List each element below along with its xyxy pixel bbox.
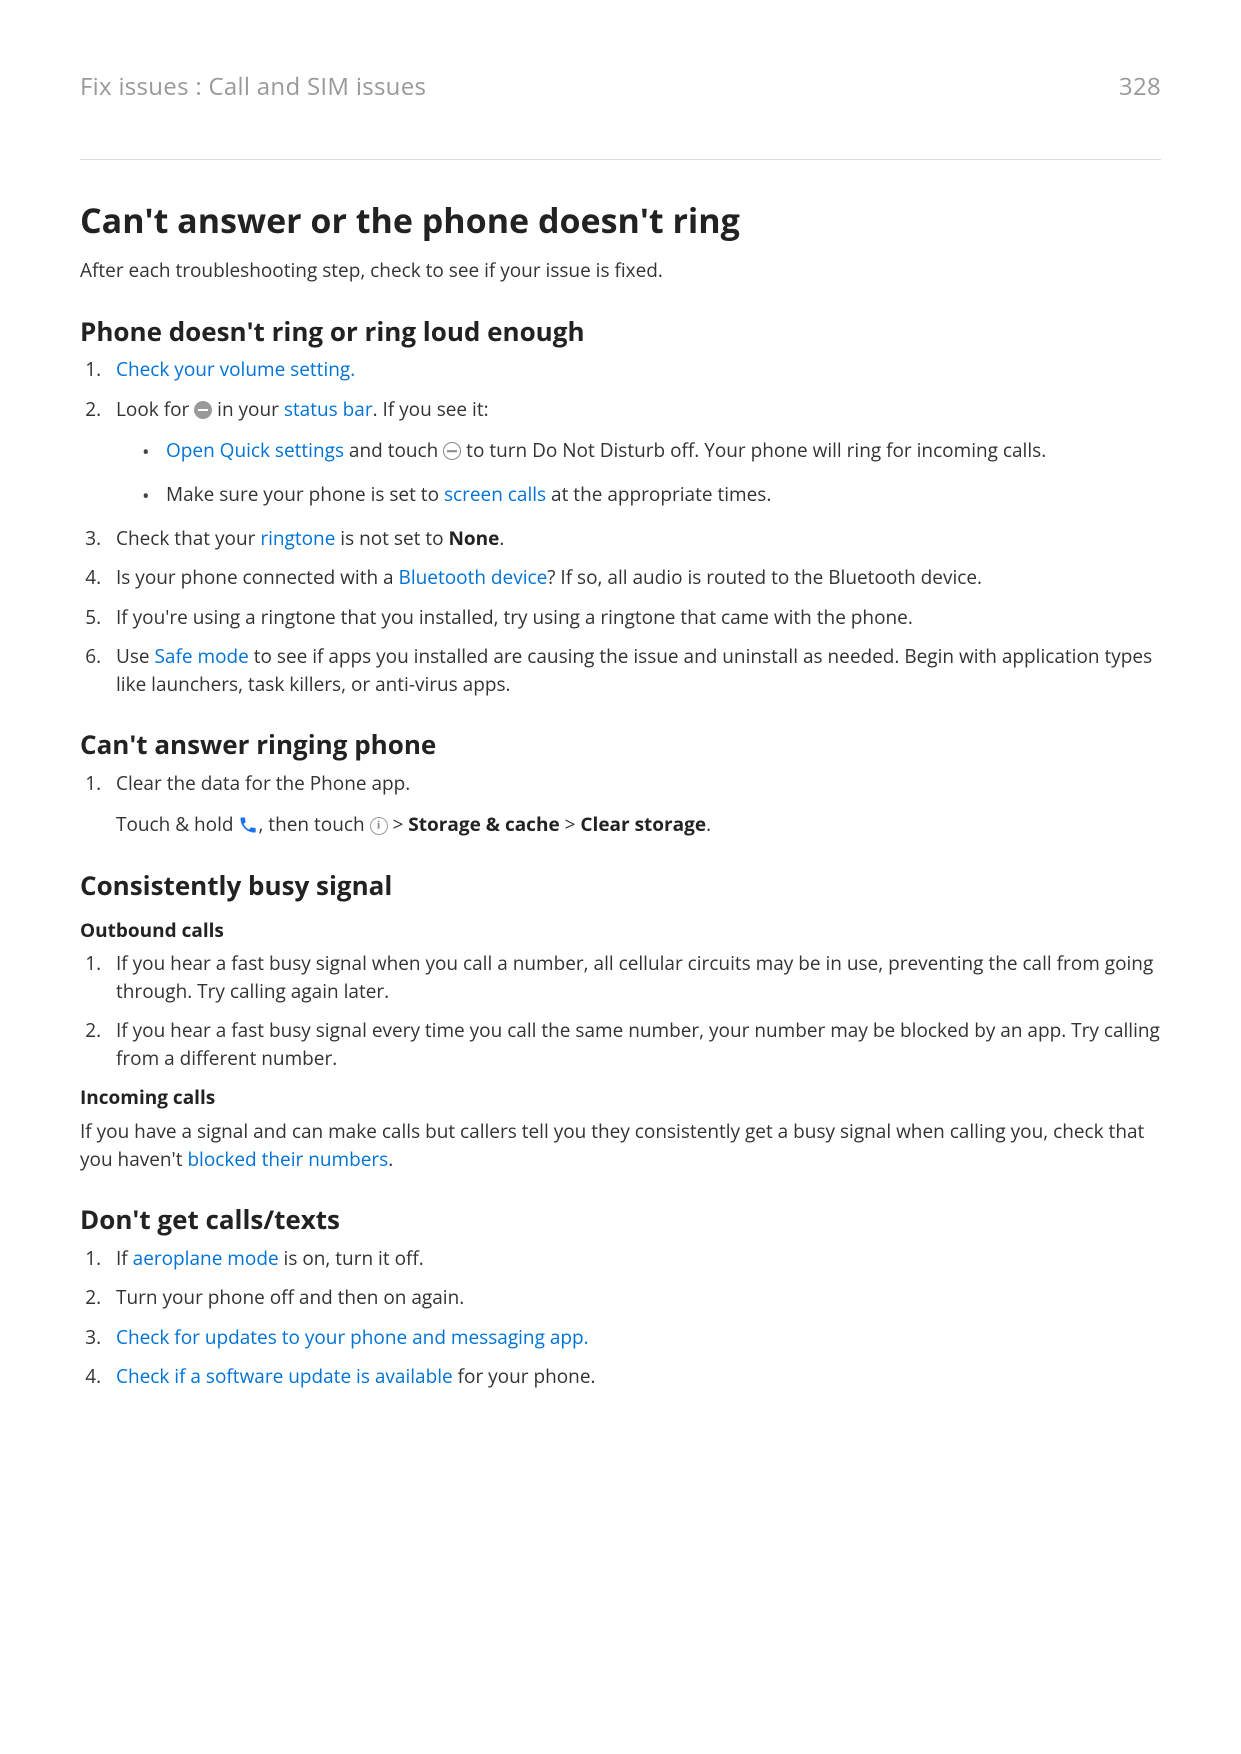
intro-text: After each troubleshooting step, check t… <box>80 257 1161 285</box>
list-item: Check that your ringtone is not set to N… <box>106 525 1161 553</box>
blocked-numbers-link[interactable]: blocked their numbers <box>187 1146 388 1172</box>
phone-app-icon <box>238 815 258 835</box>
text: Check that your <box>116 525 260 551</box>
check-updates-link[interactable]: Check for updates to your phone and mess… <box>116 1324 589 1350</box>
text: in your <box>212 396 284 422</box>
bluetooth-device-link[interactable]: Bluetooth device <box>399 564 548 590</box>
list-item: Make sure your phone is set to screen ca… <box>142 481 1161 509</box>
ringtone-link[interactable]: ringtone <box>260 525 335 551</box>
info-icon <box>370 817 388 835</box>
incoming-paragraph: If you have a signal and can make calls … <box>80 1118 1161 1173</box>
text: . <box>388 1146 393 1172</box>
list-item: Look for in your status bar. If you see … <box>106 396 1161 509</box>
text: to turn Do Not Disturb off. Your phone w… <box>461 437 1046 463</box>
list-item: Use Safe mode to see if apps you install… <box>106 643 1161 698</box>
no-calls-list: If aeroplane mode is on, turn it off. Tu… <box>80 1245 1161 1391</box>
list-item: Open Quick settings and touch to turn Do… <box>142 437 1161 465</box>
screen-calls-link[interactable]: screen calls <box>444 481 546 507</box>
text: at the appropriate times. <box>546 481 771 507</box>
page-number: 328 <box>1119 70 1161 105</box>
status-bar-link[interactable]: status bar <box>284 396 373 422</box>
section-no-calls-texts-heading: Don't get calls/texts <box>80 1201 1161 1239</box>
incoming-calls-subheading: Incoming calls <box>80 1084 1161 1112</box>
open-quick-settings-link[interactable]: Open Quick settings <box>166 437 344 463</box>
text: and touch <box>344 437 443 463</box>
do-not-disturb-icon <box>194 401 212 419</box>
list-item: If you're using a ringtone that you inst… <box>106 604 1161 632</box>
aeroplane-mode-link[interactable]: aeroplane mode <box>133 1245 279 1271</box>
breadcrumb: Fix issues : Call and SIM issues <box>80 70 426 105</box>
list-item: If you hear a fast busy signal every tim… <box>106 1017 1161 1072</box>
no-ring-list: Check your volume setting. Look for in y… <box>80 356 1161 698</box>
list-item: Clear the data for the Phone app. Touch … <box>106 770 1161 839</box>
text: Is your phone connected with a <box>116 564 399 590</box>
text: Make sure your phone is set to <box>166 481 444 507</box>
text: , then touch <box>258 811 369 837</box>
text: Look for <box>116 396 194 422</box>
list-item: Check if a software update is available … <box>106 1363 1161 1391</box>
chevron-icon: > <box>560 811 581 837</box>
software-update-link[interactable]: Check if a software update is available <box>116 1363 453 1389</box>
text: If <box>116 1245 133 1271</box>
text: . <box>706 811 711 837</box>
outbound-list: If you hear a fast busy signal when you … <box>80 950 1161 1072</box>
list-item: Turn your phone off and then on again. <box>106 1284 1161 1312</box>
check-volume-link[interactable]: Check your volume setting. <box>116 356 355 382</box>
sublist: Open Quick settings and touch to turn Do… <box>116 437 1161 508</box>
text: . If you see it: <box>373 396 489 422</box>
list-item: If aeroplane mode is on, turn it off. <box>106 1245 1161 1273</box>
page-title: Can't answer or the phone doesn't ring <box>80 196 1161 245</box>
text: Clear the data for the Phone app. <box>116 770 410 796</box>
text-bold: Clear storage <box>580 811 706 837</box>
text: Touch & hold <box>116 811 238 837</box>
text: is on, turn it off. <box>279 1245 424 1271</box>
cant-answer-list: Clear the data for the Phone app. Touch … <box>80 770 1161 839</box>
page-header: Fix issues : Call and SIM issues 328 <box>80 70 1161 160</box>
chevron-icon: > <box>388 811 409 837</box>
text: to see if apps you installed are causing… <box>116 643 1152 697</box>
section-busy-signal-heading: Consistently busy signal <box>80 867 1161 905</box>
text-bold: Storage & cache <box>408 811 559 837</box>
list-item: If you hear a fast busy signal when you … <box>106 950 1161 1005</box>
text: for your phone. <box>453 1363 596 1389</box>
outbound-calls-subheading: Outbound calls <box>80 917 1161 945</box>
text: . <box>499 525 504 551</box>
section-cant-answer-heading: Can't answer ringing phone <box>80 726 1161 764</box>
instruction-line: Touch & hold , then touch > Storage & ca… <box>116 811 1161 839</box>
text-bold: None <box>448 525 499 551</box>
text: is not set to <box>335 525 448 551</box>
do-not-disturb-outline-icon <box>443 442 461 460</box>
section-no-ring-heading: Phone doesn't ring or ring loud enough <box>80 313 1161 351</box>
safe-mode-link[interactable]: Safe mode <box>155 643 249 669</box>
list-item: Is your phone connected with a Bluetooth… <box>106 564 1161 592</box>
list-item: Check your volume setting. <box>106 356 1161 384</box>
text: ? If so, all audio is routed to the Blue… <box>547 564 982 590</box>
text: Use <box>116 643 155 669</box>
list-item: Check for updates to your phone and mess… <box>106 1324 1161 1352</box>
